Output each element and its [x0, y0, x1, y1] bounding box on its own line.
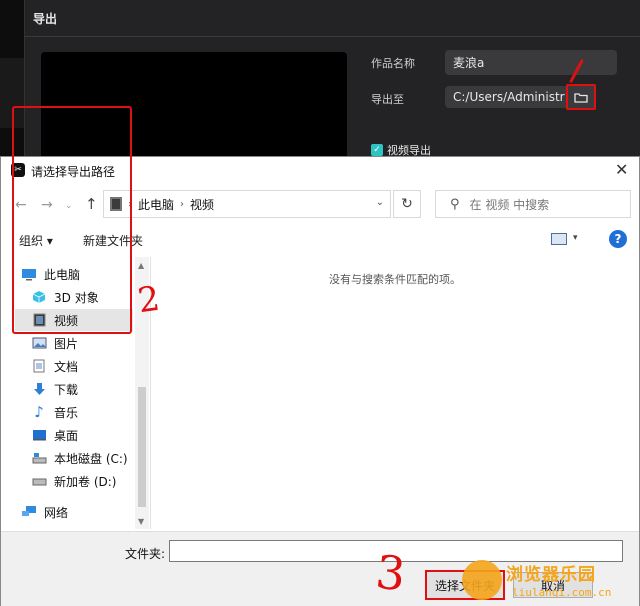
nav-item-network[interactable]: 网络 — [21, 501, 135, 523]
annotation-box-2 — [12, 106, 132, 334]
nav-item-pictures[interactable]: 图片 — [31, 332, 135, 354]
refresh-button[interactable]: ↻ — [393, 190, 421, 218]
music-icon: ♪ — [34, 403, 44, 421]
scroll-up-icon[interactable]: ▲ — [138, 261, 144, 270]
nav-item-new-volume-d[interactable]: 新加卷 (D:) — [31, 470, 135, 492]
file-list-area[interactable]: 没有与搜索条件匹配的项。 — [153, 257, 639, 529]
download-icon — [31, 382, 47, 396]
desktop-icon — [31, 428, 47, 442]
view-options-icon[interactable] — [551, 233, 567, 245]
export-path-input[interactable]: C:/Users/Administrator/... — [445, 86, 585, 108]
drive-icon — [31, 474, 47, 488]
watermark-logo-icon — [462, 560, 502, 600]
folder-icon — [574, 92, 588, 103]
nav-label: 桌面 — [54, 428, 79, 443]
nav-label: 音乐 — [54, 405, 79, 420]
name-label: 作品名称 — [371, 57, 415, 70]
checkbox-checked-icon[interactable]: ✓ — [371, 144, 383, 156]
watermark: 浏览器乐园 liulanqi.com.cn — [462, 556, 638, 606]
breadcrumb-this-pc[interactable]: 此电脑 — [138, 196, 174, 213]
nav-label: 下载 — [54, 382, 79, 397]
watermark-url: liulanqi.com.cn — [512, 586, 612, 599]
nav-item-local-disk-c[interactable]: 本地磁盘 (C:) — [31, 447, 135, 469]
empty-message: 没有与搜索条件匹配的项。 — [329, 273, 461, 286]
breadcrumb-separator-icon[interactable]: › — [180, 199, 184, 210]
breadcrumb-videos[interactable]: 视频 — [190, 196, 214, 213]
divider — [25, 36, 640, 37]
export-title: 导出 — [33, 12, 58, 26]
search-icon: ⚲ — [450, 196, 460, 212]
search-input[interactable]: ⚲ 在 视频 中搜索 — [435, 190, 631, 218]
nav-label: 图片 — [54, 336, 79, 351]
close-icon[interactable]: ✕ — [615, 160, 628, 179]
folder-label: 文件夹: — [125, 547, 166, 561]
nav-label: 本地磁盘 (C:) — [54, 451, 128, 466]
nav-item-desktop[interactable]: 桌面 — [31, 424, 135, 446]
scroll-down-icon[interactable]: ▼ — [138, 517, 144, 526]
picture-icon — [31, 336, 47, 350]
nav-label: 网络 — [44, 505, 69, 520]
help-icon[interactable]: ? — [609, 230, 627, 248]
nav-item-documents[interactable]: 文档 — [31, 355, 135, 377]
annotation-mark-3: 3 — [373, 544, 409, 602]
scroll-thumb[interactable] — [138, 387, 146, 507]
browse-folder-button[interactable] — [566, 84, 596, 110]
name-input[interactable]: 麦浪a — [445, 50, 617, 75]
nav-label: 新加卷 (D:) — [54, 474, 117, 489]
nav-item-music[interactable]: ♪ 音乐 — [31, 401, 135, 423]
address-bar[interactable]: › 此电脑 › 视频 ⌄ — [103, 190, 391, 218]
refresh-icon: ↻ — [401, 196, 413, 212]
nav-label: 文档 — [54, 359, 79, 374]
document-icon — [31, 359, 47, 373]
drive-icon — [31, 451, 47, 465]
export-to-label: 导出至 — [371, 93, 404, 106]
network-icon — [21, 505, 37, 519]
search-placeholder: 在 视频 中搜索 — [469, 197, 550, 212]
watermark-text: 浏览器乐园 — [506, 565, 596, 585]
nav-item-downloads[interactable]: 下载 — [31, 378, 135, 400]
view-dropdown-icon[interactable]: ▾ — [573, 233, 578, 243]
address-dropdown-icon[interactable]: ⌄ — [376, 197, 384, 208]
